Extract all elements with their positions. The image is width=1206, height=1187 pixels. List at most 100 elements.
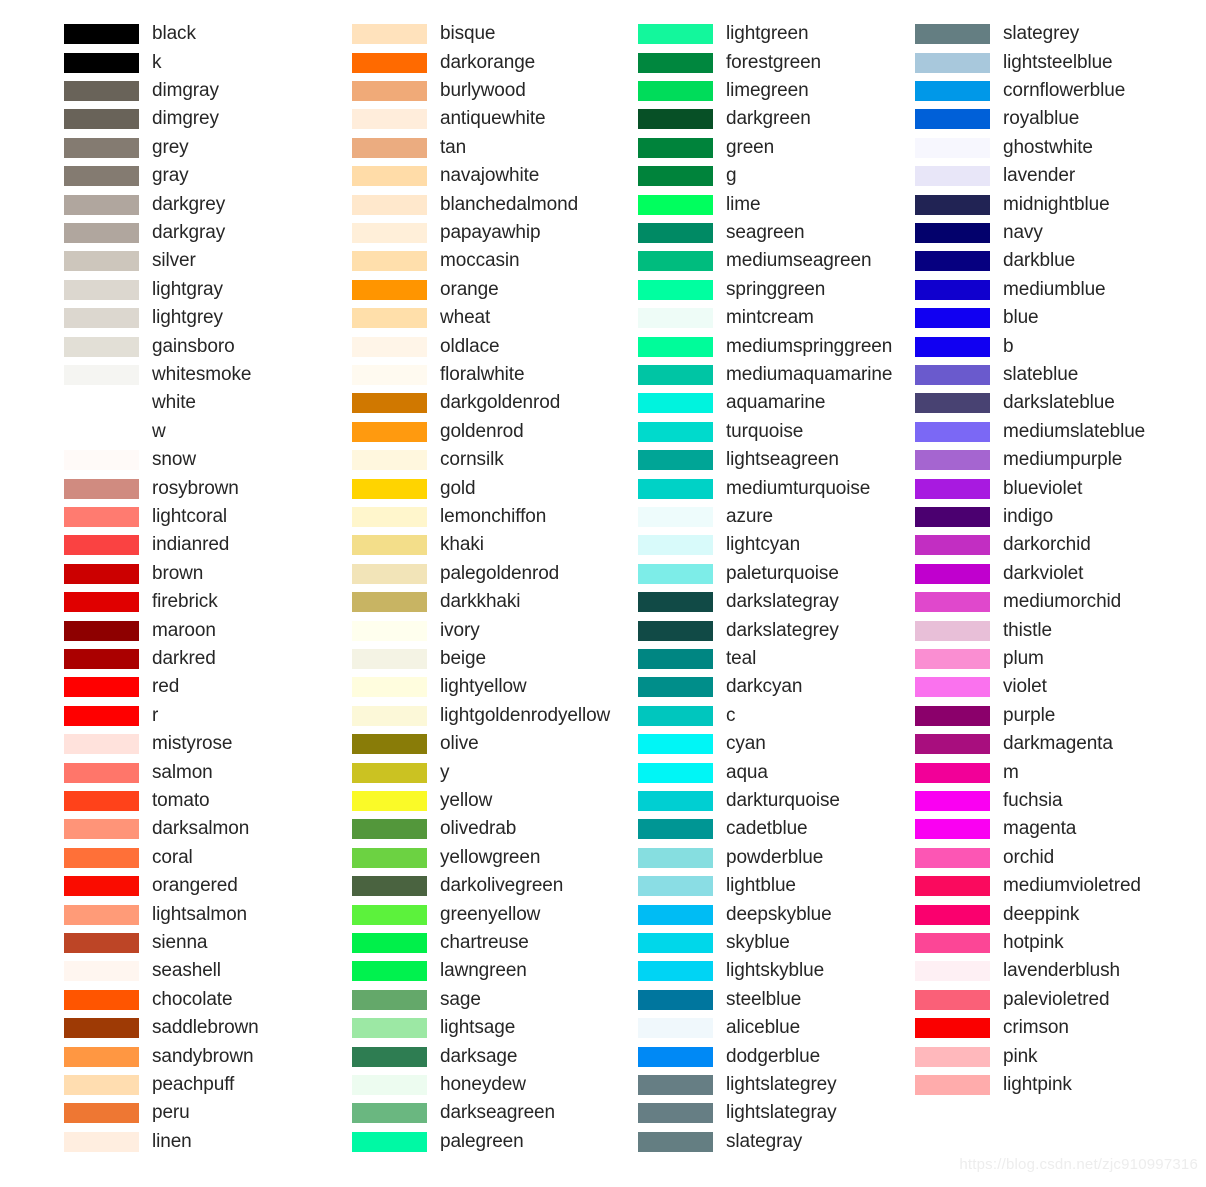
color-swatch	[638, 1074, 713, 1095]
color-name-label: yellowgreen	[440, 846, 541, 868]
color-swatch	[64, 52, 139, 73]
color-swatch	[64, 989, 139, 1010]
color-name-label: darkred	[152, 647, 216, 669]
color-swatch	[638, 648, 713, 669]
color-name-label: crimson	[1003, 1017, 1069, 1039]
color-swatch	[352, 1046, 427, 1067]
color-row: honeydew	[288, 1071, 526, 1099]
color-name-label: lawngreen	[440, 960, 527, 982]
color-swatch	[915, 336, 990, 357]
color-swatch	[352, 535, 427, 556]
color-name-label: darkslategray	[726, 591, 839, 613]
color-row: deeppink	[855, 900, 1079, 928]
color-swatch	[352, 364, 427, 385]
color-swatch	[64, 1046, 139, 1067]
color-row: mintcream	[570, 304, 814, 332]
color-row: lightslategrey	[570, 1071, 837, 1099]
color-row: lightseagreen	[570, 446, 839, 474]
color-name-label: deeppink	[1003, 903, 1080, 925]
color-swatch	[352, 1131, 427, 1152]
color-row: rosybrown	[0, 474, 239, 502]
color-row: palegoldenrod	[288, 560, 559, 588]
color-name-label: darkolivegreen	[440, 875, 564, 897]
color-row: lightcyan	[570, 531, 800, 559]
color-row: darkorange	[288, 48, 535, 76]
color-name-label: hotpink	[1003, 931, 1064, 953]
color-swatch	[915, 52, 990, 73]
color-name-label: oldlace	[440, 335, 500, 357]
color-row: orangered	[0, 872, 238, 900]
color-row: tan	[288, 134, 466, 162]
color-swatch	[915, 80, 990, 101]
color-name-label: cadetblue	[726, 818, 808, 840]
color-name-label: peru	[152, 1102, 190, 1124]
color-row: crimson	[855, 1014, 1069, 1042]
color-swatch	[638, 194, 713, 215]
color-row: forestgreen	[570, 48, 821, 76]
color-swatch	[915, 847, 990, 868]
color-name-label: olivedrab	[440, 818, 517, 840]
color-name-label: silver	[152, 250, 196, 272]
color-row: g	[570, 162, 737, 190]
color-row: orchid	[855, 844, 1054, 872]
color-name-label: sandybrown	[152, 1045, 254, 1067]
color-row: saddlebrown	[0, 1014, 259, 1042]
color-row: beige	[288, 645, 486, 673]
color-swatch	[638, 421, 713, 442]
color-name-label: lightgreen	[726, 23, 809, 45]
color-row: limegreen	[570, 77, 809, 105]
color-swatch	[64, 1131, 139, 1152]
color-swatch	[638, 478, 713, 499]
color-name-label: forestgreen	[726, 51, 822, 73]
color-swatch	[638, 620, 713, 641]
color-swatch	[352, 80, 427, 101]
color-name-label: mediumorchid	[1003, 591, 1122, 613]
color-swatch	[352, 734, 427, 755]
color-row: yellowgreen	[288, 844, 540, 872]
color-name-label: lightslategrey	[726, 1073, 837, 1095]
color-name-label: lightsage	[440, 1017, 516, 1039]
color-name-label: mintcream	[726, 307, 814, 329]
color-name-label: wheat	[440, 307, 491, 329]
color-swatch	[638, 847, 713, 868]
color-row: aqua	[570, 758, 768, 786]
color-name-label: gray	[152, 165, 189, 187]
color-swatch	[64, 932, 139, 953]
color-swatch	[64, 847, 139, 868]
color-swatch	[352, 961, 427, 982]
color-row: khaki	[288, 531, 484, 559]
color-row: darkviolet	[855, 560, 1083, 588]
color-row: indianred	[0, 531, 229, 559]
color-swatch	[638, 52, 713, 73]
color-swatch	[638, 876, 713, 897]
color-name-label: sage	[440, 988, 481, 1010]
color-swatch	[352, 705, 427, 726]
color-name-label: darkviolet	[1003, 562, 1084, 584]
color-row: steelblue	[570, 986, 801, 1014]
color-swatch	[638, 109, 713, 130]
color-row: mediumslateblue	[855, 418, 1145, 446]
color-swatch	[915, 478, 990, 499]
color-row: gray	[0, 162, 189, 190]
color-row: goldenrod	[288, 418, 524, 446]
color-name-label: dimgrey	[152, 108, 219, 130]
color-name-label: m	[1003, 761, 1019, 783]
color-swatch	[352, 1018, 427, 1039]
color-name-label: darkslateblue	[1003, 392, 1115, 414]
color-row: skyblue	[570, 929, 790, 957]
color-swatch	[64, 1103, 139, 1124]
color-row: violet	[855, 673, 1047, 701]
color-swatch	[638, 1131, 713, 1152]
color-swatch	[638, 222, 713, 243]
color-swatch	[638, 279, 713, 300]
color-row: green	[570, 134, 774, 162]
color-name-label: violet	[1003, 676, 1047, 698]
color-name-label: midnightblue	[1003, 193, 1110, 215]
color-swatch	[915, 393, 990, 414]
color-name-label: orchid	[1003, 846, 1055, 868]
color-swatch	[915, 705, 990, 726]
color-swatch	[64, 563, 139, 584]
color-swatch	[915, 251, 990, 272]
color-name-label: indigo	[1003, 505, 1054, 527]
color-row: oldlace	[288, 332, 500, 360]
